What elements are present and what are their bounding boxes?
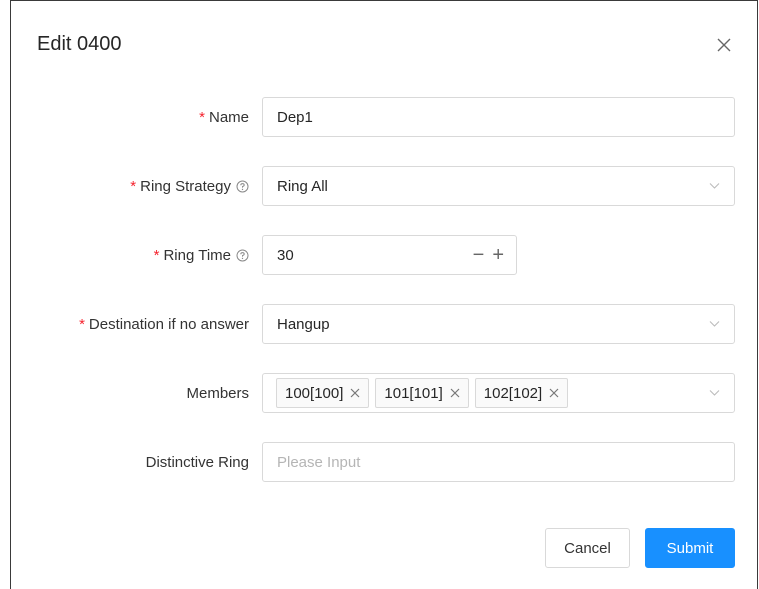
member-tag-label: 102[102] bbox=[483, 384, 543, 402]
members-select[interactable]: 100[100] 101[101] 102[102] bbox=[262, 373, 735, 413]
members-label-text: Members bbox=[186, 384, 249, 402]
close-icon bbox=[717, 38, 731, 52]
form-row-distinctive-ring: Distinctive Ring Please Input bbox=[11, 442, 757, 482]
form-row-ring-strategy: * Ring Strategy Ring All bbox=[11, 166, 757, 206]
ring-strategy-label-text: Ring Strategy bbox=[140, 177, 231, 195]
destination-label: * Destination if no answer bbox=[79, 304, 249, 344]
name-label: * Name bbox=[199, 97, 249, 137]
window-edge-right bbox=[757, 0, 758, 589]
ring-time-value: 30 bbox=[277, 246, 294, 264]
cancel-button[interactable]: Cancel bbox=[545, 528, 630, 568]
ring-time-label-text: Ring Time bbox=[163, 246, 231, 264]
required-mark: * bbox=[79, 315, 85, 333]
member-tag: 102[102] bbox=[474, 378, 569, 408]
name-label-text: Name bbox=[208, 108, 249, 126]
name-value: Dep1 bbox=[277, 108, 313, 126]
distinctive-ring-placeholder: Please Input bbox=[277, 453, 361, 471]
member-tag-label: 100[100] bbox=[285, 384, 344, 402]
destination-select[interactable]: Hangup bbox=[262, 304, 735, 344]
required-mark: * bbox=[153, 246, 160, 264]
destination-label-text: Destination if no answer bbox=[88, 315, 249, 333]
close-button[interactable] bbox=[711, 32, 737, 58]
members-label: Members bbox=[186, 373, 249, 413]
form-row-members: Members 100[100] 101[101] 102[102] bbox=[11, 373, 757, 413]
member-tag-label: 101[101] bbox=[384, 384, 443, 402]
screen: Edit 0400 * Name Dep1 * Ring Strategy Ri… bbox=[0, 0, 759, 589]
remove-tag-icon[interactable] bbox=[549, 388, 559, 398]
required-mark: * bbox=[199, 108, 205, 126]
form-row-name: * Name Dep1 bbox=[11, 97, 757, 137]
dialog-title: Edit 0400 bbox=[37, 33, 122, 55]
ring-time-label: * Ring Time bbox=[154, 235, 249, 275]
ring-time-stepper[interactable]: 30 − + bbox=[262, 235, 517, 275]
decrement-button[interactable]: − bbox=[473, 245, 485, 265]
remove-tag-icon[interactable] bbox=[350, 388, 360, 398]
distinctive-ring-input[interactable]: Please Input bbox=[262, 442, 735, 482]
distinctive-ring-label: Distinctive Ring bbox=[146, 442, 249, 482]
member-tags: 100[100] 101[101] 102[102] bbox=[263, 378, 574, 408]
submit-button[interactable]: Submit bbox=[645, 528, 735, 568]
question-circle-icon[interactable] bbox=[236, 249, 249, 262]
member-tag: 101[101] bbox=[375, 378, 469, 408]
ring-strategy-select[interactable]: Ring All bbox=[262, 166, 735, 206]
increment-button[interactable]: + bbox=[492, 245, 504, 265]
ring-strategy-value: Ring All bbox=[277, 177, 328, 195]
ring-strategy-label: * Ring Strategy bbox=[130, 166, 249, 206]
chevron-down-icon bbox=[709, 183, 720, 189]
required-mark: * bbox=[130, 177, 137, 195]
member-tag: 100[100] bbox=[276, 378, 370, 408]
chevron-down-icon bbox=[709, 321, 720, 327]
form-row-destination: * Destination if no answer Hangup bbox=[11, 304, 757, 344]
stepper-controls: − + bbox=[473, 236, 504, 274]
form-row-ring-time: * Ring Time 30 − + bbox=[11, 235, 757, 275]
remove-tag-icon[interactable] bbox=[450, 388, 460, 398]
question-circle-icon[interactable] bbox=[236, 180, 249, 193]
chevron-down-icon bbox=[709, 390, 720, 396]
edit-dialog: Edit 0400 * Name Dep1 * Ring Strategy Ri… bbox=[11, 1, 757, 589]
name-input[interactable]: Dep1 bbox=[262, 97, 735, 137]
destination-value: Hangup bbox=[277, 315, 330, 333]
distinctive-ring-label-text: Distinctive Ring bbox=[145, 453, 249, 471]
